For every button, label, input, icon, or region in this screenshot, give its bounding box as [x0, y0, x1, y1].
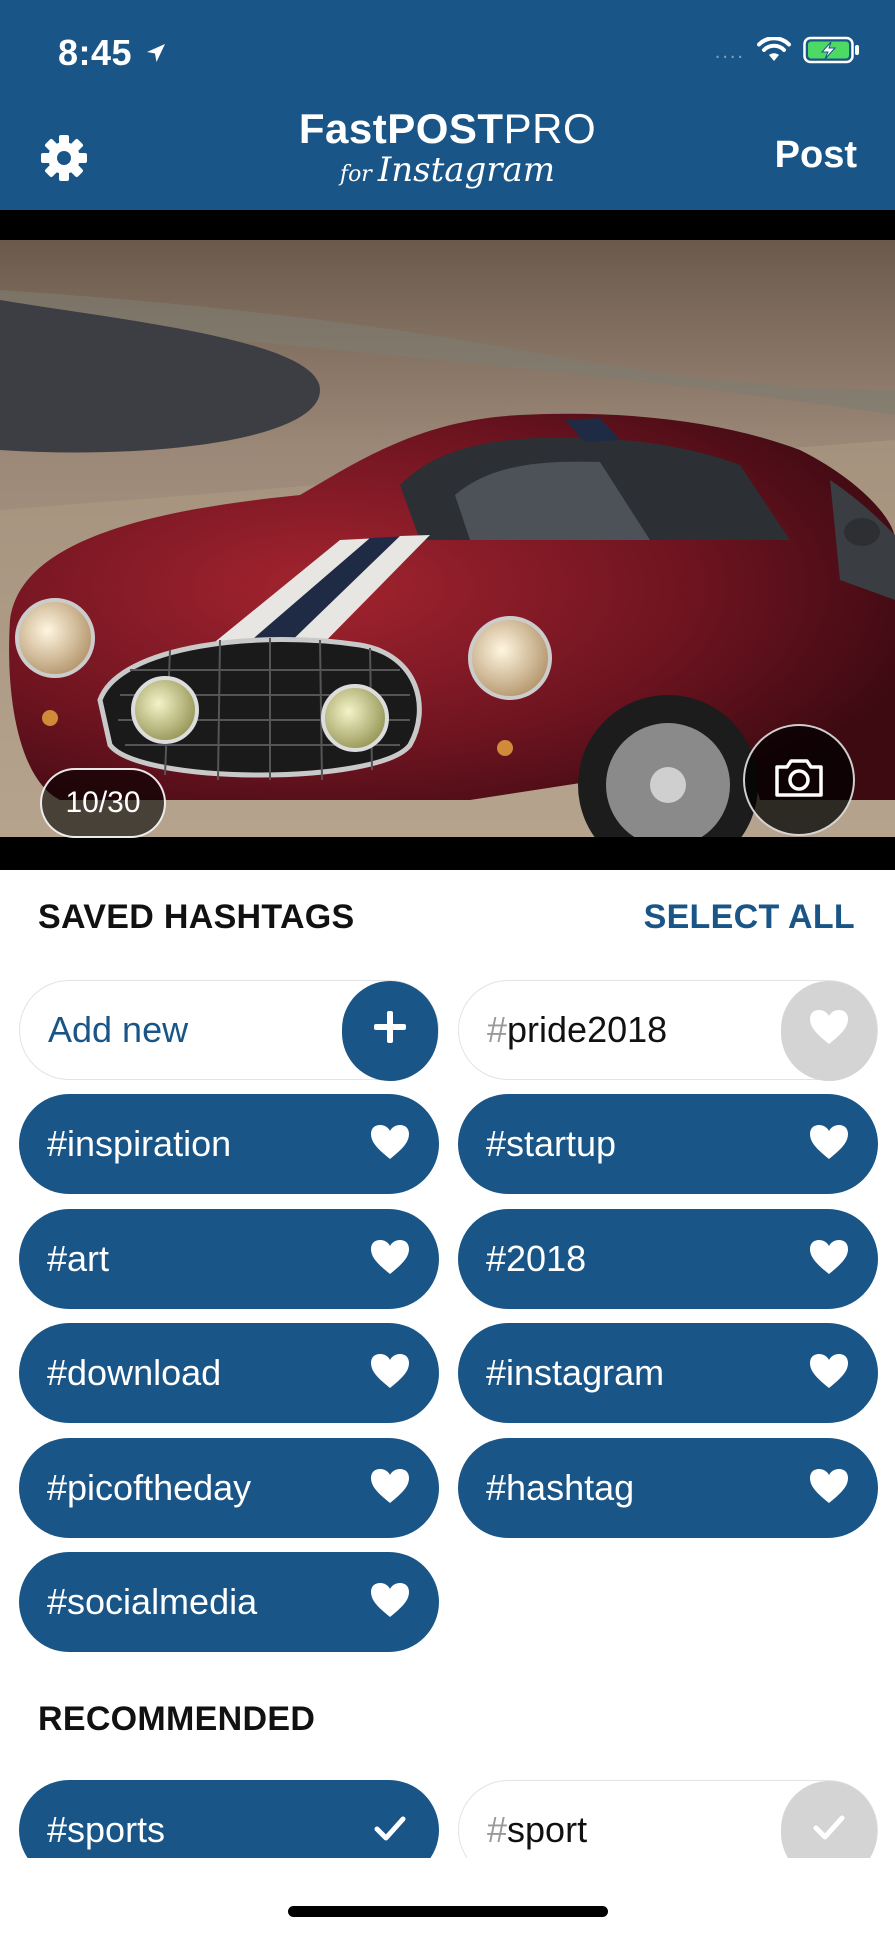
- hashtag-pill[interactable]: #2018: [458, 1209, 878, 1309]
- hashtag-text: #2018: [486, 1238, 587, 1279]
- hashtag-text: #startup: [486, 1123, 617, 1164]
- home-indicator[interactable]: [288, 1906, 608, 1917]
- hashtag-pill[interactable]: #picoftheday: [19, 1438, 439, 1538]
- battery-charging-icon: [803, 36, 861, 69]
- add-new-hashtag[interactable]: Add new: [19, 980, 439, 1081]
- heart-icon[interactable]: [369, 1238, 411, 1280]
- heart-icon: [808, 1008, 850, 1055]
- heart-icon[interactable]: [369, 1467, 411, 1509]
- hash-prefix: #: [487, 1009, 508, 1050]
- hashtag-text: sport: [507, 1809, 588, 1850]
- hashtag-text: #art: [47, 1238, 110, 1279]
- favorite-toggle[interactable]: [781, 981, 877, 1081]
- signal-indicator: ....: [714, 41, 745, 63]
- hashtag-text: #hashtag: [486, 1467, 635, 1508]
- checkmark-icon[interactable]: [369, 1809, 411, 1851]
- heart-icon[interactable]: [808, 1467, 850, 1509]
- location-arrow-icon: [145, 42, 167, 69]
- hashtag-text: pride2018: [507, 1009, 668, 1050]
- photo-preview-frame: 10/30: [0, 210, 895, 870]
- status-icons: ....: [715, 36, 861, 69]
- saved-hashtags-title: SAVED HASHTAGS: [38, 898, 355, 936]
- hashtag-pill[interactable]: # pride2018: [458, 980, 878, 1081]
- hashtag-text: #socialmedia: [47, 1581, 258, 1622]
- photo-counter: 10/30: [40, 768, 166, 838]
- hashtag-pill[interactable]: #instagram: [458, 1323, 878, 1423]
- logo-post: POST: [387, 105, 504, 152]
- logo-pro: PRO: [503, 105, 597, 152]
- hashtag-text: #instagram: [486, 1352, 665, 1393]
- camera-icon: [773, 757, 825, 804]
- select-all-button[interactable]: SELECT ALL: [644, 898, 855, 937]
- bottom-safe-area: [0, 1858, 895, 1938]
- add-hashtag-button[interactable]: [342, 981, 438, 1081]
- hashtag-pill[interactable]: #art: [19, 1209, 439, 1309]
- heart-icon[interactable]: [369, 1123, 411, 1165]
- post-button[interactable]: Post: [775, 134, 857, 177]
- camera-button[interactable]: [743, 724, 855, 836]
- hashtag-pill[interactable]: #hashtag: [458, 1438, 878, 1538]
- hashtag-pill[interactable]: #inspiration: [19, 1094, 439, 1194]
- hashtag-text: #inspiration: [47, 1123, 232, 1164]
- logo-instagram: Instagram: [377, 150, 556, 190]
- heart-icon[interactable]: [369, 1352, 411, 1394]
- heart-icon[interactable]: [808, 1123, 850, 1165]
- app-logo: FastPOSTPRO for Instagram: [0, 105, 895, 191]
- hashtag-text: #picoftheday: [47, 1467, 252, 1508]
- checkmark-icon: [808, 1808, 850, 1855]
- hash-prefix: #: [487, 1809, 508, 1850]
- heart-icon[interactable]: [808, 1238, 850, 1280]
- status-time: 8:45: [58, 32, 133, 73]
- logo-for: for: [339, 162, 372, 187]
- heart-icon[interactable]: [369, 1581, 411, 1623]
- heart-icon[interactable]: [808, 1352, 850, 1394]
- plus-icon: [370, 1007, 410, 1056]
- add-new-label: Add new: [48, 1009, 189, 1050]
- hashtag-text: #download: [47, 1352, 222, 1393]
- hashtag-pill[interactable]: #startup: [458, 1094, 878, 1194]
- hashtag-pill[interactable]: #socialmedia: [19, 1552, 439, 1652]
- app-header: 8:45 .... FastPOSTPRO for Instagram Post: [0, 0, 895, 210]
- wifi-icon: [757, 36, 791, 68]
- hashtag-pill[interactable]: #download: [19, 1323, 439, 1423]
- hashtag-text: #sports: [47, 1809, 166, 1850]
- logo-fast: Fast: [298, 105, 388, 152]
- recommended-title: RECOMMENDED: [38, 1700, 316, 1738]
